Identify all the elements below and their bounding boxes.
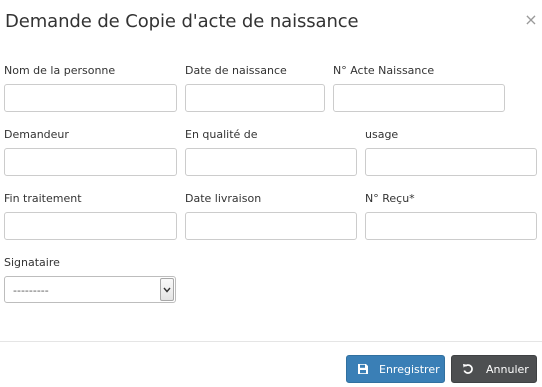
num-recu-label: N° Reçu* (365, 192, 415, 205)
signataire-selected-value: --------- (13, 284, 49, 297)
nom-personne-input[interactable] (4, 84, 177, 112)
save-button-label: Enregistrer (379, 362, 440, 376)
fin-traitement-input[interactable] (4, 212, 177, 240)
fin-traitement-label: Fin traitement (4, 192, 82, 205)
chevron-down-icon[interactable] (160, 278, 174, 301)
date-naissance-input[interactable] (185, 84, 325, 112)
date-naissance-label: Date de naissance (185, 64, 287, 77)
modal-title: Demande de Copie d'acte de naissance (5, 11, 359, 32)
undo-icon (462, 363, 474, 375)
num-acte-label: N° Acte Naissance (333, 64, 435, 77)
num-recu-input[interactable] (365, 212, 537, 240)
qualite-input[interactable] (185, 148, 357, 176)
date-livraison-label: Date livraison (185, 192, 262, 205)
cancel-button-label: Annuler (486, 362, 529, 376)
num-acte-input[interactable] (333, 84, 505, 112)
date-livraison-input[interactable] (185, 212, 357, 240)
qualite-label: En qualité de (185, 128, 258, 141)
usage-input[interactable] (365, 148, 537, 176)
floppy-disk-icon (357, 363, 369, 375)
cancel-button[interactable]: Annuler (451, 355, 537, 383)
footer-divider (0, 341, 542, 342)
signataire-label: Signataire (4, 256, 60, 269)
nom-personne-label: Nom de la personne (4, 64, 116, 77)
demandeur-label: Demandeur (4, 128, 69, 141)
demandeur-input[interactable] (4, 148, 177, 176)
usage-label: usage (365, 128, 399, 141)
signataire-select[interactable]: --------- (4, 276, 176, 303)
close-icon[interactable]: × (524, 12, 538, 28)
save-button[interactable]: Enregistrer (346, 355, 445, 383)
